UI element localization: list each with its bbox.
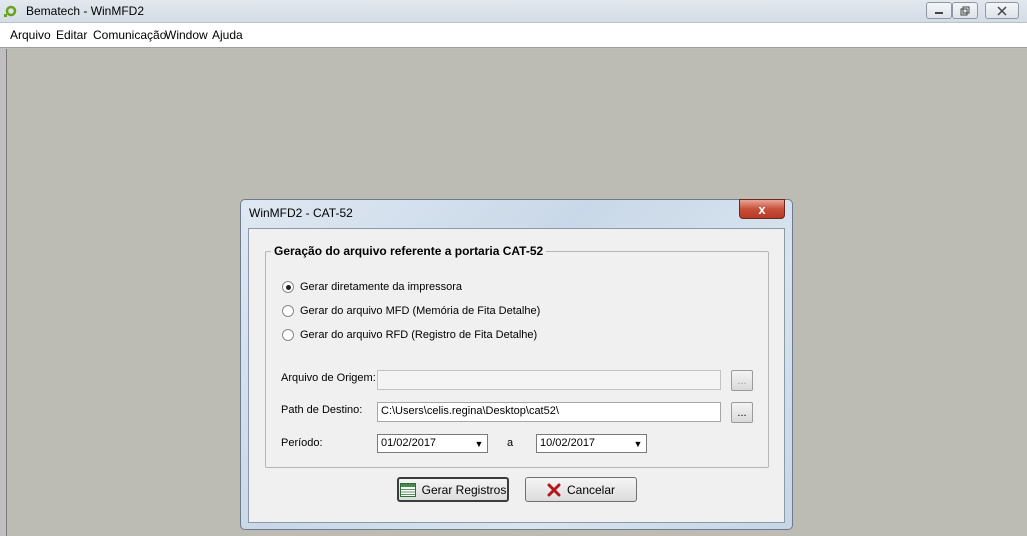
menu-bar: Arquivo Editar Comunicação Window Ajuda xyxy=(0,23,1027,48)
option-label: Gerar do arquivo RFD (Registro de Fita D… xyxy=(300,329,538,341)
close-icon xyxy=(997,5,1007,16)
cat52-dialog: WinMFD2 - CAT-52 x Geração do arquivo re… xyxy=(240,199,793,530)
dialog-title: WinMFD2 - CAT-52 xyxy=(249,206,353,220)
periodo-to-select[interactable]: 10/02/2017 ▼ xyxy=(536,434,647,453)
menu-window[interactable]: Window xyxy=(165,28,208,42)
window-title: Bematech - WinMFD2 xyxy=(26,4,145,18)
minimize-icon xyxy=(935,11,943,14)
radio-icon[interactable] xyxy=(282,305,294,317)
dropdown-arrow-icon[interactable]: ▼ xyxy=(631,436,645,451)
menu-arquivo[interactable]: Arquivo xyxy=(10,28,51,42)
cancel-x-icon xyxy=(547,483,561,497)
origem-browse-button[interactable]: ... xyxy=(731,370,753,391)
close-icon: x xyxy=(758,201,766,217)
periodo-to-value: 10/02/2017 xyxy=(540,437,596,449)
menu-comunicacao[interactable]: Comunicação xyxy=(93,28,166,42)
periodo-separator: a xyxy=(507,437,514,449)
option-label: Gerar do arquivo MFD (Memória de Fita De… xyxy=(300,305,541,317)
close-window-button[interactable] xyxy=(985,2,1019,19)
cancelar-label: Cancelar xyxy=(566,482,616,497)
cancelar-button[interactable]: Cancelar xyxy=(525,477,637,502)
bematech-logo-icon xyxy=(4,5,17,17)
minimize-button[interactable] xyxy=(926,2,952,19)
gerar-label: Gerar Registros xyxy=(421,482,507,497)
restore-button[interactable] xyxy=(952,2,978,19)
menu-ajuda[interactable]: Ajuda xyxy=(212,28,243,42)
main-title-bar[interactable]: Bematech - WinMFD2 xyxy=(0,0,1027,23)
periodo-from-value: 01/02/2017 xyxy=(381,437,437,449)
dialog-close-button[interactable]: x xyxy=(739,199,785,219)
radio-icon[interactable] xyxy=(282,281,294,293)
option-rfd[interactable]: Gerar do arquivo RFD (Registro de Fita D… xyxy=(282,329,537,341)
radio-icon[interactable] xyxy=(282,329,294,341)
gerar-registros-button[interactable]: Gerar Registros xyxy=(397,477,509,502)
menu-editar[interactable]: Editar xyxy=(56,28,87,42)
dialog-body: Geração do arquivo referente a portaria … xyxy=(248,228,785,523)
radio-selected-dot xyxy=(285,284,291,290)
restore-icon xyxy=(960,6,970,15)
origem-input[interactable] xyxy=(377,370,721,390)
table-icon xyxy=(399,482,416,497)
periodo-from-select[interactable]: 01/02/2017 ▼ xyxy=(377,434,488,453)
destino-input[interactable]: C:\Users\celis.regina\Desktop\cat52\ xyxy=(377,402,721,422)
destino-label: Path de Destino: xyxy=(281,404,363,416)
option-label: Gerar diretamente da impressora xyxy=(300,281,463,293)
origem-label: Arquivo de Origem: xyxy=(281,372,376,384)
option-mfd[interactable]: Gerar do arquivo MFD (Memória de Fita De… xyxy=(282,305,540,317)
group-title: Geração do arquivo referente a portaria … xyxy=(271,244,547,258)
periodo-label: Período: xyxy=(281,437,323,449)
generation-groupbox: Geração do arquivo referente a portaria … xyxy=(265,244,769,468)
destino-browse-button[interactable]: ... xyxy=(731,402,753,423)
dropdown-arrow-icon[interactable]: ▼ xyxy=(472,436,486,451)
option-impressora[interactable]: Gerar diretamente da impressora xyxy=(282,281,462,293)
